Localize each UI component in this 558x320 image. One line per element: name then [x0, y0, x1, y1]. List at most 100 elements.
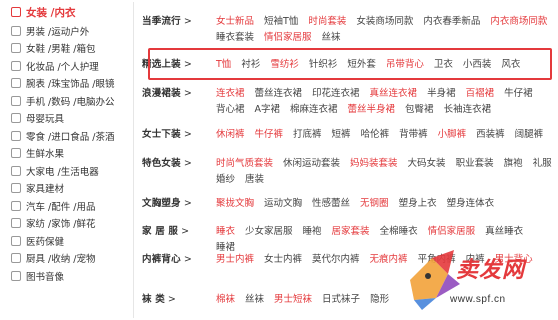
- category-title[interactable]: 女士下装 >: [142, 127, 202, 143]
- category-link[interactable]: 旗袍: [504, 156, 523, 172]
- sidebar-item[interactable]: 零食 /进口食品 /茶酒: [4, 127, 133, 145]
- category-title[interactable]: 浪漫裙装 >: [142, 86, 202, 102]
- category-link[interactable]: 西装裤: [476, 127, 505, 143]
- category-link[interactable]: 情侣家居服: [428, 224, 476, 240]
- category-link[interactable]: 短外套: [347, 57, 376, 73]
- category-link[interactable]: 阔腿裤: [515, 127, 544, 143]
- category-link[interactable]: T恤: [216, 57, 231, 73]
- category-link[interactable]: 蕾丝半身裙: [348, 102, 396, 118]
- category-link[interactable]: 大码女装: [408, 156, 446, 172]
- category-link[interactable]: 短裤: [332, 127, 351, 143]
- category-link[interactable]: 无钢圈: [360, 196, 389, 212]
- category-link[interactable]: 妈妈装套装: [350, 156, 398, 172]
- category-link[interactable]: 塑身上衣: [399, 196, 437, 212]
- category-link[interactable]: 时尚气质套装: [216, 156, 273, 172]
- category-title[interactable]: 当季流行 >: [142, 14, 202, 30]
- category-link[interactable]: 休闲运动套装: [283, 156, 340, 172]
- category-link[interactable]: 真丝睡衣: [485, 224, 523, 240]
- category-link[interactable]: 女装商场同款: [356, 14, 413, 30]
- sidebar-item[interactable]: 家具建材: [4, 180, 133, 198]
- category-link[interactable]: 内衣春季新品: [423, 14, 480, 30]
- category-link[interactable]: 背心裙: [216, 102, 245, 118]
- sidebar-item[interactable]: 生鲜水果: [4, 145, 133, 163]
- category-link[interactable]: 隐形: [370, 292, 389, 308]
- category-link[interactable]: 衬衫: [241, 57, 260, 73]
- category-link[interactable]: 睡衣套装: [216, 30, 254, 46]
- sidebar-item[interactable]: 医药保健: [4, 232, 133, 250]
- category-link[interactable]: 性感蕾丝: [312, 196, 350, 212]
- category-title[interactable]: 特色女装 >: [142, 156, 202, 172]
- category-title[interactable]: 袜 类 >: [142, 292, 202, 308]
- category-title[interactable]: 家 居 服 >: [142, 224, 202, 240]
- sidebar-item[interactable]: 图书音像: [4, 267, 133, 285]
- category-link[interactable]: 牛仔裤: [255, 127, 284, 143]
- category-link[interactable]: 睡衣: [216, 224, 235, 240]
- category-link[interactable]: 男士内裤: [216, 252, 254, 268]
- category-title[interactable]: 文胸塑身 >: [142, 196, 202, 212]
- category-link[interactable]: 百褶裙: [466, 86, 495, 102]
- category-link[interactable]: 婚纱: [216, 172, 235, 188]
- category-link[interactable]: 短袖T恤: [264, 14, 298, 30]
- category-link[interactable]: 职业套装: [456, 156, 494, 172]
- category-link[interactable]: 小西装: [463, 57, 492, 73]
- category-link[interactable]: 哈伦裤: [361, 127, 390, 143]
- category-link[interactable]: 礼服: [533, 156, 552, 172]
- category-link[interactable]: 内衣商场同款: [490, 14, 547, 30]
- sidebar-item[interactable]: 女鞋 /男鞋 /箱包: [4, 40, 133, 58]
- category-link[interactable]: 背带裤: [399, 127, 428, 143]
- category-title[interactable]: 精选上装 >: [142, 57, 202, 73]
- category-link[interactable]: 男士短袜: [274, 292, 312, 308]
- category-link[interactable]: 蕾丝连衣裙: [255, 86, 303, 102]
- sidebar-item[interactable]: 男装 /运动户外: [4, 22, 133, 40]
- sidebar-item[interactable]: 家纺 /家饰 /鲜花: [4, 215, 133, 233]
- category-title[interactable]: 内裤背心 >: [142, 252, 202, 268]
- sidebar-item[interactable]: 腕表 /珠宝饰品 /眼镜: [4, 75, 133, 93]
- category-link[interactable]: 真丝连衣裙: [370, 86, 418, 102]
- category-link[interactable]: 丝袜: [322, 30, 341, 46]
- dress-icon: [11, 7, 21, 17]
- category-link[interactable]: 丝袜: [245, 292, 264, 308]
- category-link[interactable]: 居家套装: [332, 224, 370, 240]
- phone-icon: [11, 95, 21, 106]
- category-link[interactable]: 平角内裤: [418, 252, 456, 268]
- category-link[interactable]: 无痕内裤: [370, 252, 408, 268]
- category-link[interactable]: 时尚套装: [308, 14, 346, 30]
- category-link[interactable]: 全棉睡衣: [380, 224, 418, 240]
- category-link[interactable]: 牛仔裙: [504, 86, 533, 102]
- sidebar-item[interactable]: 女装 /内衣: [4, 2, 133, 22]
- category-link[interactable]: 莫代尔内裤: [312, 252, 360, 268]
- sidebar-item[interactable]: 母婴玩具: [4, 110, 133, 128]
- category-link[interactable]: 棉袜: [216, 292, 235, 308]
- category-link[interactable]: 小脚裤: [438, 127, 467, 143]
- category-link[interactable]: 女士新品: [216, 14, 254, 30]
- category-link[interactable]: 长袖连衣裙: [444, 102, 492, 118]
- category-link[interactable]: 女士内裤: [264, 252, 302, 268]
- category-link[interactable]: 卫衣: [434, 57, 453, 73]
- sidebar-item[interactable]: 化妆品 /个人护理: [4, 57, 133, 75]
- category-link[interactable]: 印花连衣裙: [312, 86, 360, 102]
- category-link[interactable]: 塑身连体衣: [447, 196, 495, 212]
- sidebar-item[interactable]: 大家电 /生活电器: [4, 162, 133, 180]
- category-link[interactable]: A字裙: [255, 102, 281, 118]
- category-link[interactable]: 针织衫: [309, 57, 338, 73]
- category-link[interactable]: 唐装: [245, 172, 264, 188]
- sidebar-item[interactable]: 手机 /数码 /电脑办公: [4, 92, 133, 110]
- category-link[interactable]: 吊带背心: [386, 57, 424, 73]
- category-link[interactable]: 少女家居服: [245, 224, 293, 240]
- category-link[interactable]: 休闲裤: [216, 127, 245, 143]
- category-link[interactable]: 风衣: [501, 57, 520, 73]
- sidebar-item[interactable]: 厨具 /收纳 /宠物: [4, 250, 133, 268]
- category-link[interactable]: 半身裙: [427, 86, 456, 102]
- category-link[interactable]: 包臀裙: [405, 102, 434, 118]
- chevron-right-icon: >: [181, 226, 190, 237]
- category-link[interactable]: 连衣裙: [216, 86, 245, 102]
- sidebar-item[interactable]: 汽车 /配件 /用品: [4, 197, 133, 215]
- category-link[interactable]: 打底裤: [293, 127, 322, 143]
- category-link[interactable]: 睡袍: [303, 224, 322, 240]
- category-link[interactable]: 棉麻连衣裙: [290, 102, 338, 118]
- category-link[interactable]: 情侣家居服: [264, 30, 312, 46]
- category-link[interactable]: 聚拢文胸: [216, 196, 254, 212]
- category-link[interactable]: 雪纺衫: [270, 57, 299, 73]
- category-link[interactable]: 运动文胸: [264, 196, 302, 212]
- category-link[interactable]: 日式袜子: [322, 292, 360, 308]
